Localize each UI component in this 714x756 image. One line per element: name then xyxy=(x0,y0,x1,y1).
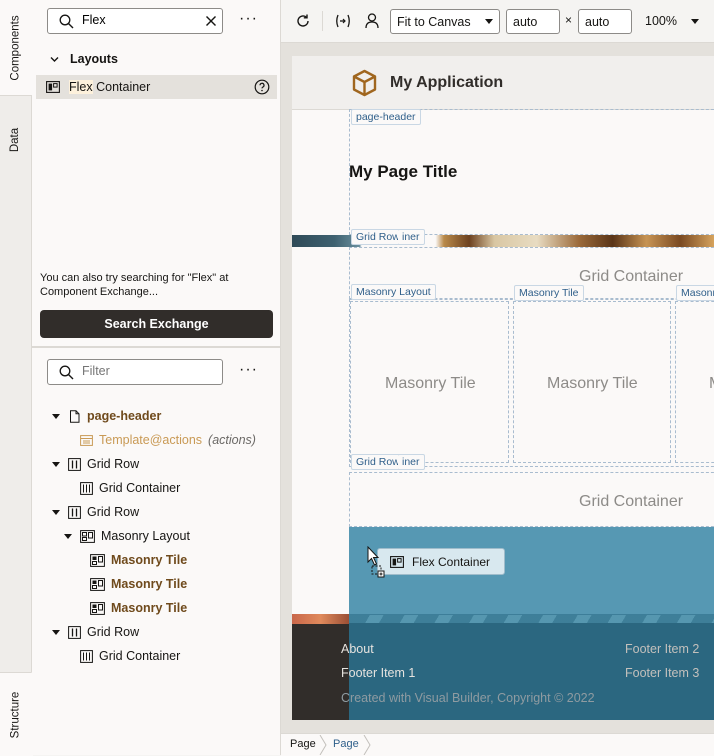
tree-item-grid-container[interactable]: Grid Container xyxy=(80,476,180,500)
component-search-box[interactable] xyxy=(47,8,223,34)
app-header: My Application xyxy=(292,56,714,110)
footer-link-about[interactable]: About xyxy=(341,642,374,656)
caret-down-icon xyxy=(64,533,72,539)
breadcrumb-item-page-current[interactable]: Page xyxy=(333,738,359,750)
exchange-hint: You can also try searching for "Flex" at… xyxy=(40,272,229,298)
grid-row-icon xyxy=(68,457,81,471)
result-label-rest: Container xyxy=(92,80,151,94)
footer-link-item-1[interactable]: Footer Item 1 xyxy=(341,666,415,680)
tab-data-label: Data xyxy=(9,127,22,153)
caret-down-icon xyxy=(52,509,60,515)
layouts-header: Layouts xyxy=(70,52,118,66)
panel-divider[interactable] xyxy=(32,346,280,348)
breadcrumb-separator-icon xyxy=(319,735,327,755)
tree-item-masonry-tile[interactable]: Masonry Tile xyxy=(90,548,187,572)
grid-row-icon xyxy=(68,505,81,519)
caret-down-icon xyxy=(52,413,60,419)
tab-structure-label: Structure xyxy=(9,691,22,738)
drag-cursor-icon xyxy=(367,546,385,578)
tree-item-masonry-tile[interactable]: Masonry Tile xyxy=(90,572,187,596)
component-search-input[interactable] xyxy=(82,13,192,27)
grid-row-tag[interactable]: Grid Row xyxy=(351,454,405,470)
masonry-tile-tag[interactable]: Masonry Tile xyxy=(514,285,584,301)
masonry-tile-tag[interactable]: Masonr xyxy=(676,285,714,301)
masonry-tile-placeholder: Masonry Tile xyxy=(547,375,638,392)
flex-container-icon xyxy=(46,81,60,93)
page-title: My Page Title xyxy=(349,162,458,181)
caret-down-icon xyxy=(52,461,60,467)
flex-container-result[interactable]: Flex Container xyxy=(36,75,277,99)
footer-accent-strip xyxy=(292,614,349,624)
footer-copyright: Created with Visual Builder, Copyright ©… xyxy=(341,691,595,705)
tree-item-masonry-tile[interactable]: Masonry Tile xyxy=(90,596,187,620)
flex-container-icon xyxy=(390,555,404,568)
canvas-toolbar: Fit to Canvas auto × auto 100% xyxy=(281,0,714,43)
grid-container-tag[interactable]: iner xyxy=(398,454,425,470)
tree-item-template[interactable]: Template @actions (actions) xyxy=(80,428,256,452)
tree-item-grid-row[interactable]: Grid Row xyxy=(52,500,139,524)
left-panel: ··· Layouts Flex Container You can also … xyxy=(32,0,281,755)
search-icon xyxy=(59,14,74,29)
search-exchange-button[interactable]: Search Exchange xyxy=(40,310,273,338)
tab-components[interactable]: Components xyxy=(0,0,33,95)
tab-structure[interactable]: Structure xyxy=(0,672,33,756)
app-title: My Application xyxy=(390,74,504,91)
masonry-tile-placeholder: Masonry Tile xyxy=(385,375,476,392)
masonry-tile-icon xyxy=(90,577,105,591)
grid-container-icon xyxy=(80,481,93,495)
more-options-icon[interactable]: ··· xyxy=(239,361,258,379)
user-icon[interactable] xyxy=(364,12,380,29)
tree-item-masonry-layout[interactable]: Masonry Layout xyxy=(64,524,190,548)
masonry-tile-placeholder: M xyxy=(709,375,714,393)
breadcrumb: Page Page xyxy=(281,733,714,756)
layouts-category[interactable]: Layouts xyxy=(49,52,118,66)
side-tab-rail: Components Data Structure xyxy=(0,0,33,756)
zoom-dropdown[interactable]: 100% xyxy=(645,14,699,28)
masonry-tile-icon xyxy=(90,553,105,567)
more-options-icon[interactable]: ··· xyxy=(239,10,258,28)
search-icon xyxy=(59,365,74,380)
dropdown-caret-icon xyxy=(690,18,699,24)
template-icon xyxy=(80,434,93,446)
tree-item-grid-row[interactable]: Grid Row xyxy=(52,452,139,476)
page-preview[interactable]: My Application page-header My Page Title… xyxy=(292,56,714,720)
clear-icon[interactable] xyxy=(205,15,217,27)
dropdown-caret-icon xyxy=(485,19,493,24)
grid-container-placeholder: Grid Container xyxy=(579,268,684,285)
result-match-highlight: Flex xyxy=(69,80,93,94)
fit-to-canvas-dropdown[interactable]: Fit to Canvas xyxy=(390,9,500,34)
grid-row-tag[interactable]: Grid Row xyxy=(351,229,405,245)
variables-icon[interactable] xyxy=(334,13,352,29)
drag-preview: Flex Container xyxy=(377,548,505,575)
grid-container-tag[interactable]: iner xyxy=(398,229,425,245)
structure-filter-box[interactable] xyxy=(47,359,223,385)
tree-item-grid-container[interactable]: Grid Container xyxy=(80,644,180,668)
page-header-tag[interactable]: page-header xyxy=(351,109,421,125)
page-icon xyxy=(70,409,80,423)
breadcrumb-item-page[interactable]: Page xyxy=(290,738,316,750)
times-symbol: × xyxy=(565,13,573,27)
tab-components-label: Components xyxy=(9,14,22,81)
cube-logo-icon xyxy=(352,69,377,97)
caret-down-icon xyxy=(52,629,60,635)
refresh-icon[interactable] xyxy=(295,13,311,29)
masonry-layout-icon xyxy=(80,529,95,543)
tree-item-grid-row[interactable]: Grid Row xyxy=(52,620,139,644)
footer-link-item-3[interactable]: Footer Item 3 xyxy=(625,666,699,680)
tree-item-page-header[interactable]: page-header xyxy=(52,404,161,428)
chevron-down-icon xyxy=(50,56,59,62)
masonry-layout-tag[interactable]: Masonry Layout xyxy=(351,284,436,300)
help-icon[interactable] xyxy=(254,79,270,95)
grid-container-placeholder: Grid Container xyxy=(579,493,684,510)
footer-link-item-2[interactable]: Footer Item 2 xyxy=(625,642,699,656)
canvas-height-input[interactable]: auto xyxy=(578,9,632,34)
grid-container-icon xyxy=(80,649,93,663)
breadcrumb-separator-icon xyxy=(363,735,371,755)
masonry-tile-icon xyxy=(90,601,105,615)
structure-filter-input[interactable] xyxy=(82,364,212,378)
tab-data[interactable]: Data xyxy=(0,105,31,175)
grid-row-icon xyxy=(68,625,81,639)
canvas-width-input[interactable]: auto xyxy=(506,9,560,34)
overlay-pattern-strip xyxy=(349,615,714,623)
